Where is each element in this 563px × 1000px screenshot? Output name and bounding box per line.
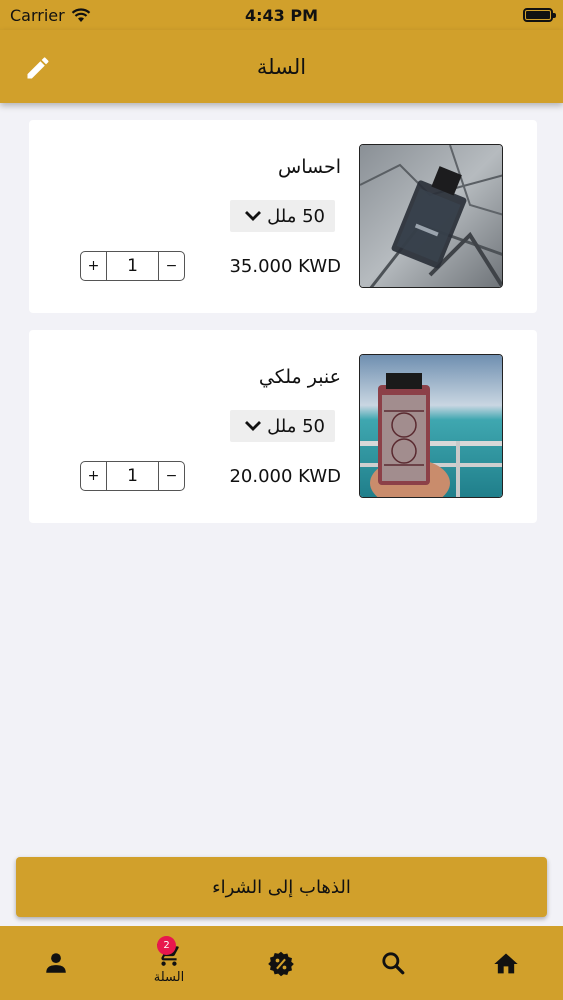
quantity-stepper: + 1 − bbox=[80, 461, 185, 491]
quantity-value: 1 bbox=[127, 466, 138, 486]
nav-home[interactable] bbox=[466, 926, 546, 1000]
perfume-bottle-photo bbox=[360, 145, 502, 287]
size-dropdown[interactable]: 50 ملل bbox=[230, 200, 335, 232]
decrease-quantity-button[interactable]: − bbox=[158, 462, 184, 490]
wifi-icon bbox=[71, 7, 90, 22]
product-name: احساس bbox=[278, 156, 341, 178]
nav-offers[interactable] bbox=[241, 926, 321, 1000]
person-icon bbox=[46, 953, 66, 973]
product-name: عنبر ملكي bbox=[258, 366, 341, 388]
product-price: 20.000 KWD bbox=[229, 466, 341, 487]
carrier-label: Carrier bbox=[10, 5, 65, 25]
status-bar: Carrier 4:43 PM bbox=[0, 0, 563, 30]
quantity-stepper: + 1 − bbox=[80, 251, 185, 281]
product-price: 35.000 KWD bbox=[229, 256, 341, 277]
cart-item-card: عنبر ملكي 50 ملل 20.000 KWD + 1 − bbox=[29, 330, 537, 523]
size-value: 50 ملل bbox=[267, 205, 325, 227]
discount-badge-icon bbox=[268, 951, 294, 977]
chevron-down-icon bbox=[245, 421, 261, 431]
product-image[interactable] bbox=[359, 354, 503, 498]
cart-item-card: احساس 50 ملل 35.000 KWD + 1 − bbox=[29, 120, 537, 313]
nav-cart[interactable]: 2 السلة bbox=[129, 926, 209, 1000]
battery-icon bbox=[523, 8, 556, 22]
increase-quantity-button[interactable]: + bbox=[81, 462, 107, 490]
size-dropdown[interactable]: 50 ملل bbox=[230, 410, 335, 442]
nav-search[interactable] bbox=[353, 926, 433, 1000]
search-icon bbox=[382, 952, 405, 975]
nav-cart-label: السلة bbox=[153, 970, 185, 985]
pencil-icon bbox=[27, 57, 49, 79]
chevron-down-icon bbox=[245, 211, 261, 221]
edit-button[interactable] bbox=[22, 52, 54, 84]
checkout-button[interactable]: الذهاب إلى الشراء bbox=[16, 857, 547, 917]
decrease-quantity-button[interactable]: − bbox=[158, 252, 184, 280]
bottom-nav: 2 السلة bbox=[0, 926, 563, 1000]
quantity-value: 1 bbox=[127, 256, 138, 276]
perfume-bottle-photo bbox=[360, 355, 502, 497]
status-left: Carrier bbox=[10, 6, 91, 25]
page-title: السلة bbox=[256, 54, 307, 79]
nav-profile[interactable] bbox=[16, 926, 96, 1000]
home-icon bbox=[494, 953, 518, 974]
product-image[interactable] bbox=[359, 144, 503, 288]
app-bar: السلة bbox=[0, 30, 563, 103]
increase-quantity-button[interactable]: + bbox=[81, 252, 107, 280]
cart-count-badge: 2 bbox=[157, 936, 176, 955]
size-value: 50 ملل bbox=[267, 415, 325, 437]
